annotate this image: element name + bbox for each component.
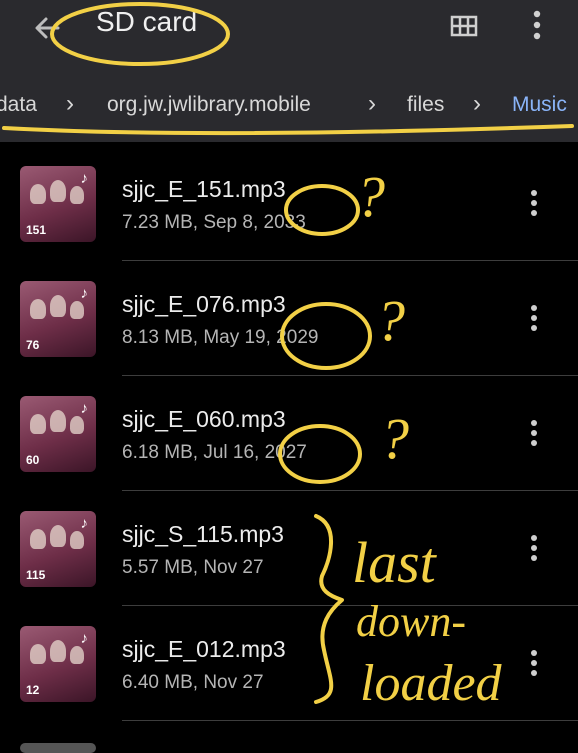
grid-view-button[interactable] [448, 10, 480, 42]
list-item[interactable]: ♪ 12 sjjc_E_012.mp3 6.40 MB, Nov 27 [0, 606, 578, 721]
file-name: sjjc_E_060.mp3 [122, 406, 286, 432]
file-name: sjjc_E_012.mp3 [122, 636, 286, 662]
file-meta: 5.57 MB, Nov 27 [122, 557, 264, 578]
music-note-icon: ♪ [80, 285, 89, 302]
back-button[interactable] [28, 8, 68, 48]
breadcrumb-item-current[interactable]: Music [512, 93, 567, 117]
arrow-left-icon [35, 17, 60, 39]
album-thumbnail [20, 743, 96, 753]
item-menu-button[interactable] [524, 533, 544, 563]
file-list: ♪ 151 sjjc_E_151.mp3 7.23 MB, Sep 8, 203… [0, 146, 578, 753]
file-meta: 6.18 MB, Jul 16, 2027 [122, 442, 307, 463]
breadcrumb-item[interactable]: files [407, 93, 444, 117]
more-vert-icon [531, 420, 537, 446]
file-name: sjjc_E_151.mp3 [122, 176, 286, 202]
breadcrumb: data › org.jw.jwlibrary.mobile › files ›… [0, 60, 578, 142]
music-note-icon: ♪ [80, 515, 89, 532]
file-name: sjjc_E_076.mp3 [122, 291, 286, 317]
list-item[interactable]: ♪ 151 sjjc_E_151.mp3 7.23 MB, Sep 8, 203… [0, 146, 578, 261]
item-menu-button[interactable] [524, 418, 544, 448]
breadcrumb-item[interactable]: data [0, 93, 37, 117]
more-vert-icon [531, 535, 537, 561]
track-number-badge: 151 [26, 223, 47, 237]
chevron-right-icon: › [368, 90, 376, 117]
list-item[interactable]: ♪ 60 sjjc_E_060.mp3 6.18 MB, Jul 16, 202… [0, 376, 578, 491]
list-item-partial[interactable] [0, 721, 578, 753]
track-number-badge: 76 [26, 338, 40, 352]
more-vert-icon [531, 190, 537, 216]
item-menu-button[interactable] [524, 303, 544, 333]
chevron-right-icon: › [66, 90, 74, 117]
music-note-icon: ♪ [80, 400, 89, 417]
more-vert-icon [531, 650, 537, 676]
chevron-right-icon: › [473, 90, 481, 117]
track-number-badge: 60 [26, 453, 40, 467]
page-title: SD card [96, 6, 198, 37]
file-meta: 8.13 MB, May 19, 2029 [122, 327, 319, 348]
item-menu-button[interactable] [524, 188, 544, 218]
overflow-menu-button[interactable] [526, 8, 548, 42]
track-number-badge: 12 [26, 683, 40, 697]
music-note-icon: ♪ [80, 170, 89, 187]
album-thumbnail: ♪ 115 [20, 511, 96, 587]
item-menu-button[interactable] [524, 648, 544, 678]
album-thumbnail: ♪ 60 [20, 396, 96, 472]
list-item[interactable]: ♪ 76 sjjc_E_076.mp3 8.13 MB, May 19, 202… [0, 261, 578, 376]
file-name: sjjc_S_115.mp3 [122, 521, 284, 547]
grid-view-icon [450, 15, 478, 37]
file-meta: 6.40 MB, Nov 27 [122, 672, 264, 693]
file-meta: 7.23 MB, Sep 8, 2033 [122, 212, 306, 233]
list-item[interactable]: ♪ 115 sjjc_S_115.mp3 5.57 MB, Nov 27 [0, 491, 578, 606]
app-bar: SD card [0, 0, 578, 60]
breadcrumb-item[interactable]: org.jw.jwlibrary.mobile [107, 93, 311, 117]
album-thumbnail: ♪ 151 [20, 166, 96, 242]
track-number-badge: 115 [26, 568, 46, 582]
more-vert-icon [533, 10, 541, 40]
more-vert-icon [531, 305, 537, 331]
album-thumbnail: ♪ 76 [20, 281, 96, 357]
album-thumbnail: ♪ 12 [20, 626, 96, 702]
music-note-icon: ♪ [80, 630, 89, 647]
